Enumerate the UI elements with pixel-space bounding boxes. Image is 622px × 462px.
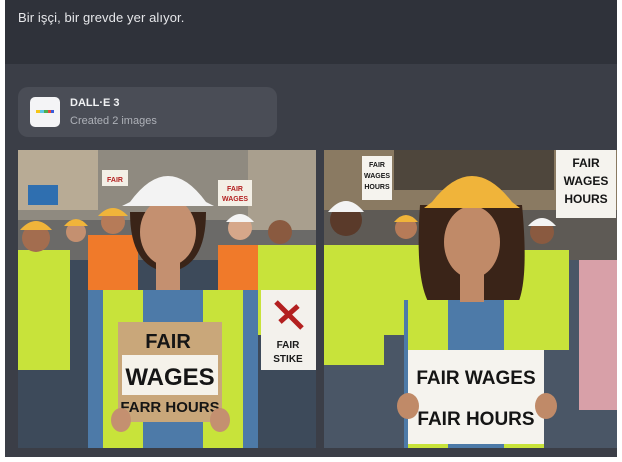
sign-main-line2: FAIR HOURS bbox=[417, 409, 534, 430]
dalle-result-card[interactable]: DALL·E 3 Created 2 images bbox=[18, 87, 277, 137]
sign-right-line1: FAIR bbox=[572, 156, 600, 170]
sign-main-line1: FAIR bbox=[145, 331, 191, 353]
sign-right-line3: HOURS bbox=[564, 192, 607, 206]
sign-left-line3: HOURS bbox=[364, 184, 390, 191]
generated-image-1[interactable]: FAIR FAIR WAGES FAIR STIKE FAIR WAGES FA… bbox=[18, 150, 316, 448]
sign-main-line3: FARR HOURS bbox=[120, 399, 219, 416]
sign-left-line2: WAGES bbox=[364, 173, 390, 180]
sign-main-line1: FAIR WAGES bbox=[416, 368, 535, 389]
sign-right-line2: STIKE bbox=[273, 354, 303, 365]
tool-subtitle: Created 2 images bbox=[70, 115, 157, 127]
sign-top-center-line2: WAGES bbox=[222, 196, 248, 203]
chat-panel: Bir işçi, bir grevde yer alıyor. DALL·E … bbox=[5, 0, 617, 457]
sign-main-line2: WAGES bbox=[125, 364, 214, 391]
tool-title: DALL·E 3 bbox=[70, 97, 120, 109]
sign-right-line2: WAGES bbox=[564, 174, 609, 188]
sign-left-line1: FAIR bbox=[369, 162, 385, 169]
generated-image-2[interactable]: FAIR WAGES HOURS FAIR WAGES HOURS FAIR W… bbox=[324, 150, 617, 448]
sign-right-line1: FAIR bbox=[277, 340, 301, 351]
sign-top-left: FAIR bbox=[107, 177, 123, 184]
user-message: Bir işçi, bir grevde yer alıyor. bbox=[5, 0, 617, 64]
dalle-color-bar-icon bbox=[30, 97, 60, 127]
user-message-text: Bir işçi, bir grevde yer alıyor. bbox=[18, 10, 185, 25]
sign-top-center-line1: FAIR bbox=[227, 186, 243, 193]
